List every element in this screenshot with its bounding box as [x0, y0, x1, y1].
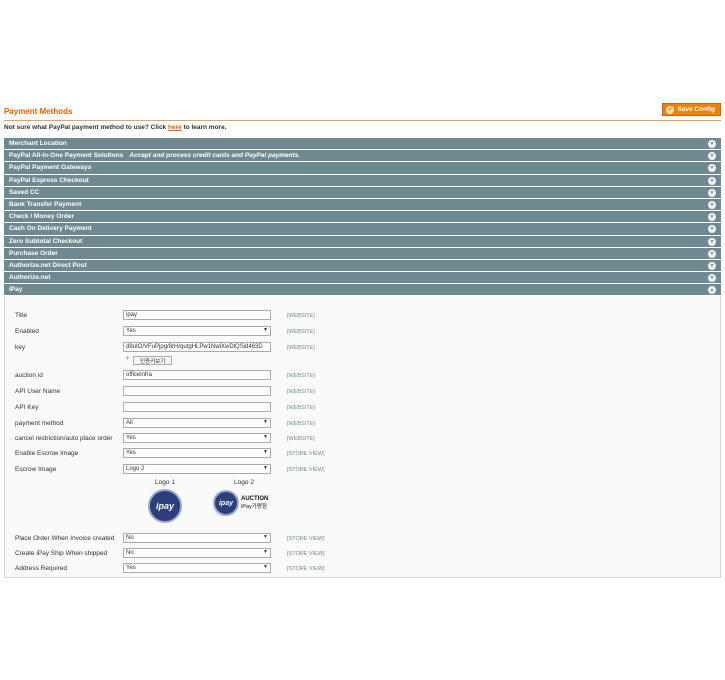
section-paypal-express-checkout[interactable]: PayPal Express Checkout ▼ — [4, 174, 721, 187]
row-address-required: Address Required Yes ▼ [STORE VIEW] — [15, 563, 325, 574]
row-place-order-invoice: Place Order When Invoice created No ▼ [S… — [15, 533, 325, 544]
section-bank-transfer[interactable]: Bank Transfer Payment ▼ — [4, 198, 721, 212]
expand-icon[interactable]: ▼ — [708, 140, 716, 148]
row-auction-id: auction id officeinfra [WEBSITE] — [15, 370, 315, 381]
row-create-ship: Create iPay Ship When shipped No ▼ [STOR… — [15, 548, 325, 559]
cancel-restriction-select[interactable]: Yes ▼ — [123, 433, 271, 444]
chevron-down-icon: ▼ — [263, 564, 268, 571]
learn-more-link[interactable]: here — [168, 124, 182, 131]
section-saved-cc[interactable]: Saved CC ▼ — [4, 186, 721, 199]
section-cash-on-delivery[interactable]: Cash On Delivery Payment ▼ — [4, 223, 721, 236]
expand-icon[interactable]: ▼ — [708, 213, 716, 222]
expand-icon[interactable]: ▼ — [708, 274, 716, 283]
expand-icon[interactable]: ▼ — [708, 188, 716, 197]
ipay-logo-1: ipay — [148, 489, 182, 524]
place-order-invoice-select[interactable]: No ▼ — [123, 533, 271, 544]
create-ship-select[interactable]: No ▼ — [123, 548, 271, 559]
escrow-image-select[interactable]: Logo 2 ▼ — [123, 464, 271, 475]
paypal-notice: Not sure what PayPal payment method to u… — [4, 124, 227, 131]
api-user-name-input[interactable] — [123, 386, 271, 397]
expand-icon[interactable]: ▼ — [708, 200, 716, 209]
row-api-user-name: API User Name [WEBSITE] — [15, 386, 315, 397]
chevron-down-icon: ▼ — [263, 534, 268, 541]
chevron-down-icon: ▼ — [263, 549, 268, 556]
enabled-select[interactable]: Yes ▼ — [123, 326, 271, 337]
expand-icon[interactable]: ▼ — [708, 261, 716, 270]
section-zero-subtotal[interactable]: Zero Subtotal Checkout ▼ — [4, 235, 721, 248]
expand-icon[interactable]: ▼ — [708, 237, 716, 246]
expand-icon[interactable]: ▼ — [708, 249, 716, 258]
chevron-down-icon: ▼ — [263, 327, 268, 334]
row-escrow-image: Escrow Image Logo 2 ▼ [STORE VIEW] — [15, 464, 325, 475]
row-payment-method: payment method All ▼ [WEBSITE] — [15, 418, 315, 429]
payment-method-select[interactable]: All ▼ — [123, 418, 271, 429]
save-config-label: Save Config — [677, 106, 715, 113]
api-key-input[interactable] — [123, 402, 271, 413]
row-enabled: Enabled Yes ▼ [WEBSITE] — [15, 326, 315, 337]
row-title: Title ipay [WEBSITE] — [15, 310, 315, 321]
ipay-config-panel: Title ipay [WEBSITE] Enabled Yes ▼ [WEBS… — [4, 296, 721, 579]
row-key: key d8uIO/VFuPjpg/8rH/qutgHLPw1NwlXwDlQS… — [15, 342, 315, 353]
collapse-icon[interactable]: ▲ — [708, 286, 716, 295]
key-input[interactable]: d8uIO/VFuPjpg/8rH/qutgHLPw1NwlXwDlQSid46… — [123, 342, 271, 353]
title-input[interactable]: ipay — [123, 310, 271, 321]
expand-icon[interactable]: ▼ — [708, 176, 716, 185]
expand-icon[interactable]: ▼ — [708, 164, 716, 173]
plus-icon: + — [126, 356, 130, 363]
row-enable-escrow-image: Enable Escrow Image Yes ▼ [STORE VIEW] — [15, 448, 325, 459]
chevron-down-icon: ▼ — [263, 449, 268, 456]
row-cancel-restriction: cancel restriction/auto place order Yes … — [15, 433, 315, 444]
logo2-option: Logo 2 ipay AUCTION iPay가맹점 — [213, 479, 275, 517]
auction-id-input[interactable]: officeinfra — [123, 370, 271, 381]
logo1-option: Logo 1 ipay — [145, 479, 185, 524]
page-header: Payment Methods ✓ Save Config — [4, 101, 721, 121]
chevron-down-icon: ▼ — [263, 465, 268, 472]
ipay-logo-2: ipay — [213, 490, 239, 517]
section-ipay[interactable]: iPay ▲ — [4, 284, 721, 297]
section-purchase-order[interactable]: Purchase Order ▼ — [4, 247, 721, 260]
section-paypal-payment-gateways[interactable]: PayPal Payment Gateways ▼ — [4, 162, 721, 175]
chevron-down-icon: ▼ — [263, 419, 268, 426]
expand-icon[interactable]: ▼ — [708, 152, 716, 161]
save-config-button[interactable]: ✓ Save Config — [662, 103, 721, 116]
row-api-key: API Key [WEBSITE] — [15, 402, 315, 413]
expand-icon[interactable]: ▼ — [708, 225, 716, 234]
section-check-money-order[interactable]: Check / Money Order ▼ — [4, 211, 721, 224]
payment-sections: Merchant Location ▼ PayPal All-in-One Pa… — [4, 138, 721, 579]
chevron-down-icon: ▼ — [263, 434, 268, 441]
section-merchant-location[interactable]: Merchant Location ▼ — [4, 138, 721, 151]
show-key-button[interactable]: 인증키보기 — [133, 356, 173, 366]
page-title: Payment Methods — [4, 107, 73, 116]
enable-escrow-image-select[interactable]: Yes ▼ — [123, 448, 271, 459]
check-icon: ✓ — [666, 105, 675, 114]
section-authorize-net[interactable]: Authorize.net ▼ — [4, 272, 721, 285]
section-authorize-direct-post[interactable]: Authorize.net Direct Post ▼ — [4, 259, 721, 273]
section-paypal-all-in-one[interactable]: PayPal All-in-One Payment Solutions Acce… — [4, 150, 721, 163]
address-required-select[interactable]: Yes ▼ — [123, 563, 271, 574]
